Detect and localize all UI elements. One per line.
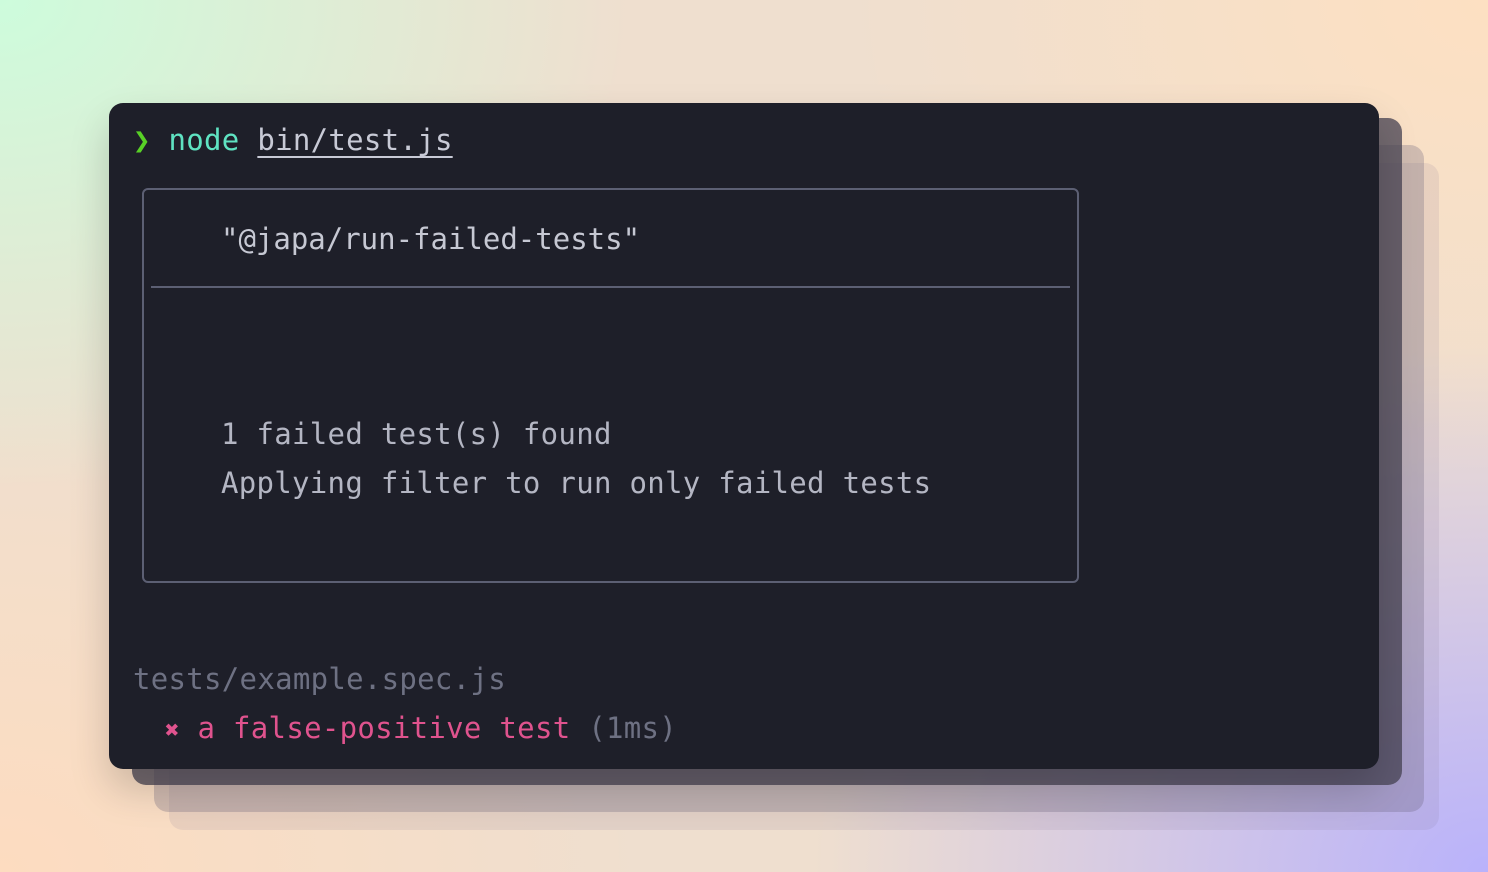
plugin-banner-title: "@japa/run-failed-tests" bbox=[221, 222, 641, 256]
chevron-right-icon: ❯ bbox=[133, 123, 151, 157]
plugin-banner-box: "@japa/run-failed-tests" 1 failed test(s… bbox=[142, 188, 1079, 583]
failed-test-name: a false-positive test bbox=[197, 711, 571, 745]
test-file-path: tests/example.spec.js bbox=[133, 662, 506, 696]
failed-count-message: 1 failed test(s) found bbox=[221, 417, 612, 451]
command-argument: bin/test.js bbox=[257, 123, 453, 157]
cross-icon: ✖ bbox=[165, 716, 180, 744]
terminal-window: ❯ node bin/test.js "@japa/run-failed-tes… bbox=[109, 103, 1379, 769]
prompt-line: ❯ node bin/test.js bbox=[133, 122, 453, 158]
failed-test-duration: (1ms) bbox=[588, 711, 678, 745]
filter-message: Applying filter to run only failed tests bbox=[221, 466, 932, 500]
failed-test-row: ✖ a false-positive test (1ms) bbox=[165, 710, 677, 748]
plugin-banner-divider bbox=[151, 286, 1070, 288]
command-name: node bbox=[168, 123, 240, 157]
